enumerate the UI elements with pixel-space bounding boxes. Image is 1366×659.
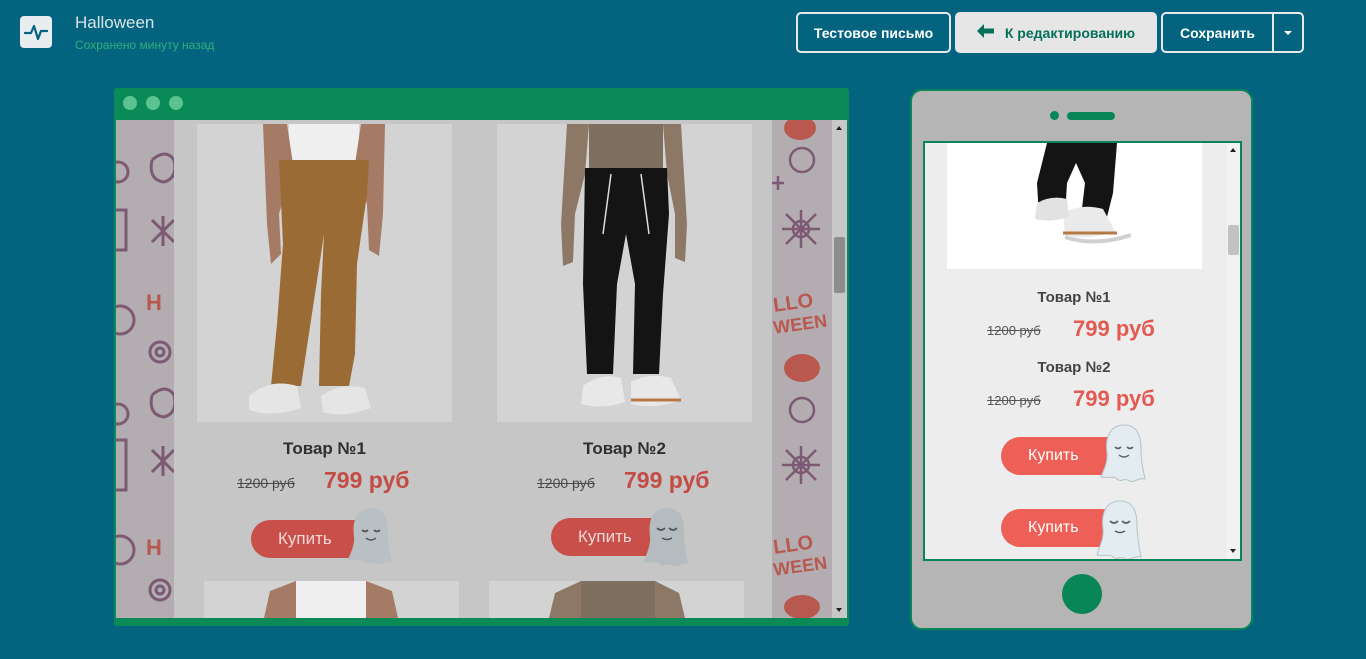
mobile-old-price-1: 1200 руб (987, 323, 1041, 338)
window-controls (123, 96, 183, 110)
scroll-up-arrow-icon[interactable] (836, 126, 842, 130)
window-dot-maximize (169, 96, 183, 110)
new-price-1: 799 руб (324, 467, 410, 493)
product-image-4 (489, 581, 744, 618)
phone-home-button[interactable] (1062, 574, 1102, 614)
product-image-2 (497, 124, 752, 422)
mobile-buy-label-1: Купить (1028, 447, 1079, 464)
mobile-product-name-2: Товар №2 (1037, 359, 1111, 376)
save-label: Сохранить (1180, 24, 1255, 41)
mobile-scroll-down-icon[interactable] (1230, 549, 1236, 553)
arrow-left-icon (976, 24, 995, 41)
desktop-email-viewport[interactable]: H H Товар №1 1200 руб 799 руб Товар №2 1… (116, 120, 832, 618)
mobile-email-viewport[interactable]: Товар №1 1200 руб 799 руб Товар №2 1200 … (923, 141, 1242, 561)
mobile-new-price-2: 799 руб (1073, 386, 1155, 411)
mobile-product-image (947, 143, 1202, 269)
mobile-scrollbar[interactable] (1227, 143, 1240, 559)
mobile-buy-label-2: Купить (1028, 519, 1079, 536)
old-price-2: 1200 руб (537, 475, 595, 491)
caret-down-icon (1284, 30, 1292, 35)
phone-speaker (1067, 112, 1115, 120)
back-to-edit-label: К редактированию (1004, 24, 1136, 41)
svg-text:H: H (146, 290, 162, 315)
mobile-new-price-1: 799 руб (1073, 316, 1155, 341)
mobile-scroll-up-icon[interactable] (1230, 148, 1236, 152)
product-name-1: Товар №1 (283, 439, 366, 458)
window-dot-close (123, 96, 137, 110)
save-status: Сохранено минуту назад (75, 38, 215, 52)
product-name-2: Товар №2 (583, 439, 666, 458)
template-title: Halloween (75, 13, 155, 32)
ghost-icon (1095, 499, 1145, 559)
mobile-old-price-2: 1200 руб (987, 393, 1041, 408)
window-dot-minimize (146, 96, 160, 110)
ghost-icon (642, 506, 692, 573)
app-logo-icon[interactable] (20, 16, 52, 48)
phone-camera (1050, 111, 1059, 120)
desktop-preview-window: H H Товар №1 1200 руб 799 руб Товар №2 1… (114, 88, 849, 626)
scroll-thumb[interactable] (834, 237, 845, 293)
product-image-3 (204, 581, 459, 618)
halloween-pattern-right: LLO WEEN LLO WEEN (772, 120, 832, 618)
mobile-scroll-thumb[interactable] (1228, 225, 1239, 255)
product-image-1 (197, 124, 452, 422)
ghost-icon (1099, 423, 1149, 488)
email-content-column: Товар №1 1200 руб 799 руб Товар №2 1200 … (174, 120, 772, 618)
ghost-icon (346, 506, 396, 571)
save-button[interactable]: Сохранить (1161, 12, 1274, 53)
buy-label-2: Купить (578, 527, 632, 546)
halloween-pattern-left: H H (116, 120, 174, 618)
svg-text:H: H (146, 535, 162, 560)
buy-label-1: Купить (278, 529, 332, 548)
test-email-label: Тестовое письмо (813, 24, 934, 41)
mobile-product-name-1: Товар №1 (1037, 289, 1111, 306)
mobile-preview-device: Товар №1 1200 руб 799 руб Товар №2 1200 … (910, 89, 1253, 630)
desktop-scrollbar[interactable] (832, 120, 847, 618)
old-price-1: 1200 руб (237, 475, 295, 491)
scroll-down-arrow-icon[interactable] (836, 608, 842, 612)
new-price-2: 799 руб (624, 467, 710, 493)
back-to-edit-button[interactable]: К редактированию (955, 12, 1157, 53)
test-email-button[interactable]: Тестовое письмо (796, 12, 951, 53)
save-options-dropdown[interactable] (1272, 12, 1304, 53)
